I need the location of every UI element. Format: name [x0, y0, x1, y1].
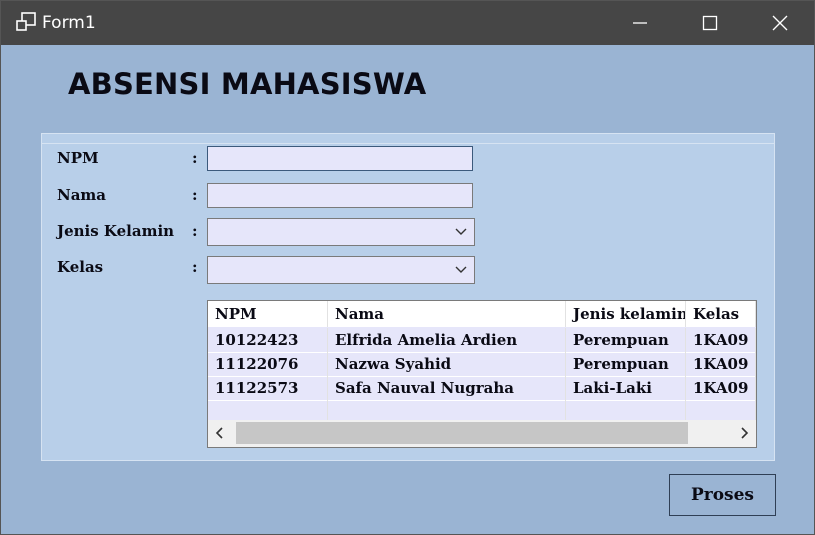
- npm-label: NPM: [57, 149, 99, 167]
- cell-empty[interactable]: [566, 400, 686, 420]
- horizontal-scrollbar[interactable]: [208, 420, 756, 447]
- maximize-icon: [702, 15, 718, 31]
- cell-jenis-kelamin[interactable]: Perempuan: [566, 328, 686, 352]
- jenis-kelamin-label: Jenis Kelamin: [57, 222, 175, 240]
- minimize-button[interactable]: [605, 1, 675, 45]
- cell-nama[interactable]: Safa Nauval Nugraha: [328, 376, 566, 400]
- close-button[interactable]: [745, 1, 815, 45]
- table-row[interactable]: 11122573 Safa Nauval Nugraha Laki-Laki 1…: [208, 376, 756, 400]
- window-title: Form1: [42, 13, 96, 33]
- form-panel: NPM : Nama : Jenis Kelamin : Kelas : NPM…: [41, 133, 775, 461]
- chevron-right-icon[interactable]: [738, 426, 750, 440]
- chevron-down-icon[interactable]: [454, 263, 468, 277]
- table-row[interactable]: 11122076 Nazwa Syahid Perempuan 1KA09: [208, 352, 756, 376]
- kelas-dropdown[interactable]: [207, 256, 475, 284]
- table-new-row[interactable]: [208, 400, 756, 420]
- column-header-nama[interactable]: Nama: [328, 301, 566, 327]
- form1-window: Form1 ABSENSI MAHASISWA NPM : Nama : Jen…: [0, 0, 815, 535]
- title-bar[interactable]: Form1: [1, 1, 814, 45]
- cell-kelas[interactable]: 1KA09: [686, 352, 756, 376]
- cell-empty[interactable]: [686, 400, 756, 420]
- panel-divider: [42, 143, 774, 144]
- cell-kelas[interactable]: 1KA09: [686, 328, 756, 352]
- cell-jenis-kelamin[interactable]: Laki-Laki: [566, 376, 686, 400]
- close-icon: [772, 15, 788, 31]
- kelas-label: Kelas: [57, 258, 104, 276]
- cell-empty[interactable]: [208, 400, 328, 420]
- npm-input[interactable]: [207, 146, 473, 171]
- nama-label: Nama: [57, 186, 107, 204]
- maximize-button[interactable]: [675, 1, 745, 45]
- cell-npm[interactable]: 10122423: [208, 328, 328, 352]
- jenis-kelamin-colon: :: [192, 222, 198, 240]
- cell-nama[interactable]: Elfrida Amelia Ardien: [328, 328, 566, 352]
- kelas-colon: :: [192, 258, 198, 276]
- table-row[interactable]: 10122423 Elfrida Amelia Ardien Perempuan…: [208, 328, 756, 352]
- chevron-down-icon[interactable]: [454, 225, 468, 239]
- column-header-kelas[interactable]: Kelas: [686, 301, 756, 327]
- minimize-icon: [633, 22, 647, 24]
- jenis-kelamin-dropdown[interactable]: [207, 218, 475, 246]
- cell-npm[interactable]: 11122573: [208, 376, 328, 400]
- kelas-value: [210, 260, 446, 280]
- proses-button[interactable]: Proses: [669, 474, 776, 516]
- nama-input[interactable]: [207, 183, 473, 208]
- npm-colon: :: [192, 149, 198, 167]
- column-header-npm[interactable]: NPM: [208, 301, 328, 327]
- window-restore-icon: [16, 12, 36, 31]
- table-header: NPM Nama Jenis kelamin Kelas: [208, 301, 756, 327]
- page-title: ABSENSI MAHASISWA: [68, 67, 427, 101]
- cell-npm[interactable]: 11122076: [208, 352, 328, 376]
- cell-empty[interactable]: [328, 400, 566, 420]
- nama-colon: :: [192, 186, 198, 204]
- cell-nama[interactable]: Nazwa Syahid: [328, 352, 566, 376]
- jenis-kelamin-value: [210, 222, 446, 242]
- chevron-left-icon[interactable]: [214, 426, 226, 440]
- cell-kelas[interactable]: 1KA09: [686, 376, 756, 400]
- column-header-jenis-kelamin[interactable]: Jenis kelamin: [566, 301, 686, 327]
- attendance-table[interactable]: NPM Nama Jenis kelamin Kelas 10122423 El…: [207, 300, 757, 448]
- scrollbar-thumb[interactable]: [236, 422, 688, 444]
- cell-jenis-kelamin[interactable]: Perempuan: [566, 352, 686, 376]
